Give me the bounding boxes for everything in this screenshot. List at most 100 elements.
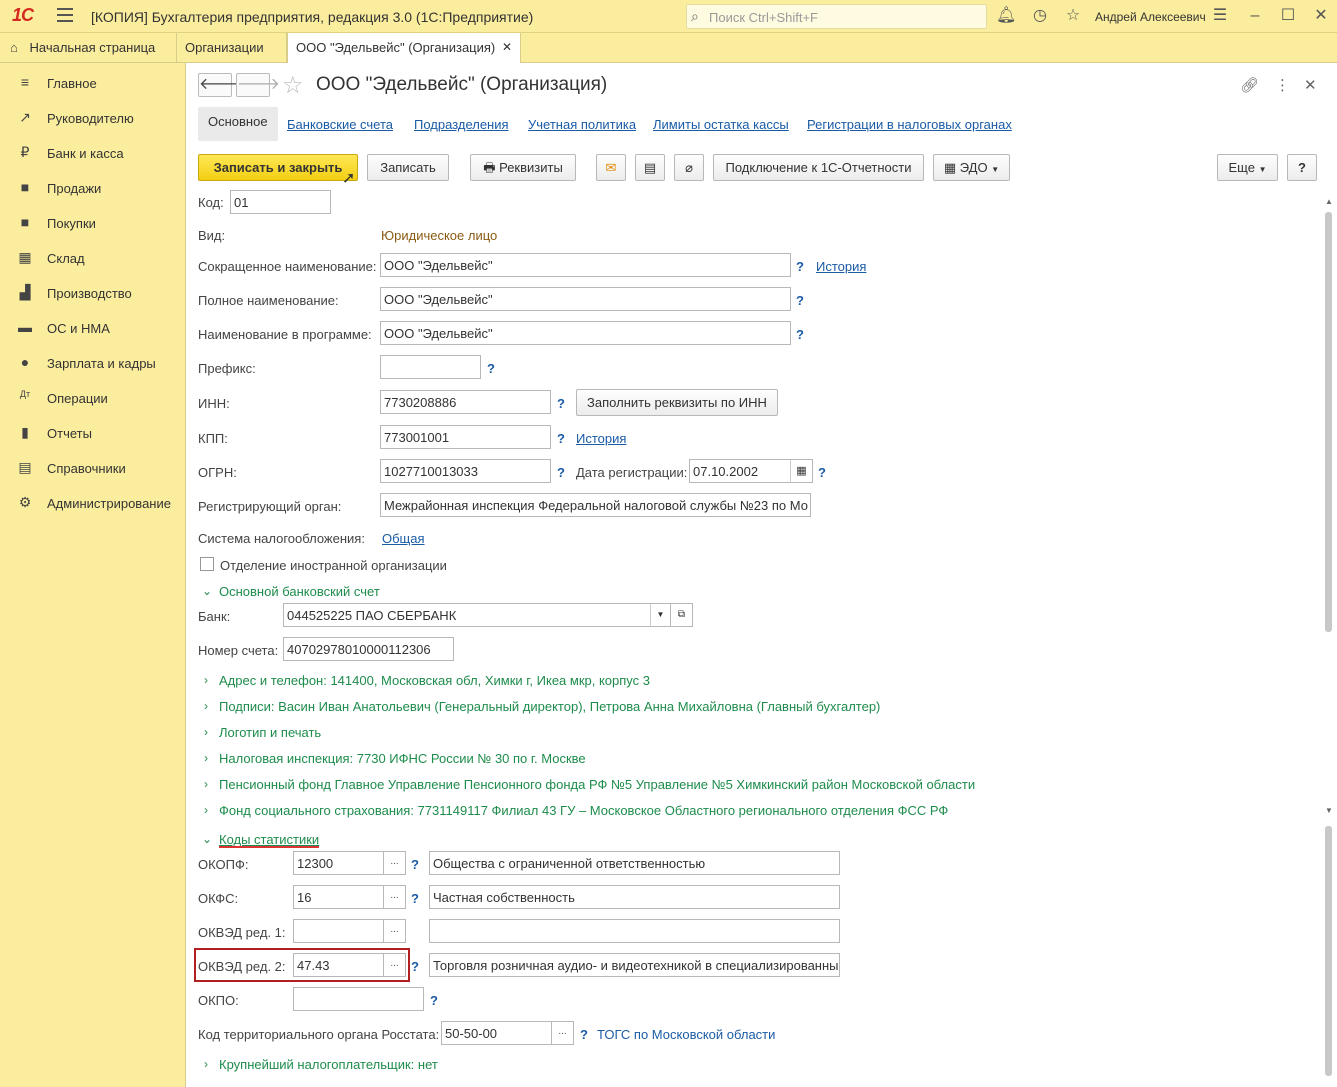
rosstat-select-button[interactable]: ...: [552, 1021, 574, 1045]
forward-button[interactable]: 🡒: [236, 73, 280, 97]
attach-button[interactable]: ⌀: [674, 154, 704, 181]
chevron-right-icon[interactable]: ›: [204, 725, 208, 739]
tab-cash-limits[interactable]: Лимиты остатка кассы: [653, 117, 789, 132]
chevron-right-icon[interactable]: ›: [204, 1057, 208, 1071]
tab-organizations[interactable]: Организации: [177, 33, 287, 63]
help-question[interactable]: ?: [796, 293, 804, 308]
help-question[interactable]: ?: [796, 259, 804, 274]
fill-by-inn-button[interactable]: Заполнить реквизиты по ИНН: [576, 389, 778, 416]
calendar-icon[interactable]: ▦: [790, 460, 812, 482]
tab-tax-registrations[interactable]: Регистрации в налоговых органах: [807, 117, 1012, 132]
vid-value[interactable]: Юридическое лицо: [381, 228, 497, 243]
mail-button[interactable]: ✉: [596, 154, 626, 181]
help-question[interactable]: ?: [411, 891, 419, 906]
connect-reporting-button[interactable]: Подключение к 1С-Отчетности: [713, 154, 924, 181]
help-question[interactable]: ?: [430, 993, 438, 1008]
history-icon[interactable]: ◷: [1030, 6, 1050, 26]
full-name-field[interactable]: ООО "Эдельвейс": [380, 287, 791, 311]
settings-menu-icon[interactable]: ☰: [1210, 6, 1230, 26]
prog-name-field[interactable]: ООО "Эдельвейс": [380, 321, 791, 345]
short-name-field[interactable]: ООО "Эдельвейс": [380, 253, 791, 277]
help-question[interactable]: ?: [818, 465, 826, 480]
sidebar-item-main[interactable]: ≡ Главное: [0, 65, 186, 100]
ogrn-field[interactable]: 1027710013033: [380, 459, 551, 483]
tab-organization-form[interactable]: ООО "Эдельвейс" (Организация) ✕: [287, 33, 521, 64]
prefix-field[interactable]: [380, 355, 481, 379]
sidebar-item-manager[interactable]: ↗ Руководителю: [0, 100, 186, 135]
close-window-icon[interactable]: ✕: [1311, 6, 1331, 26]
chevron-right-icon[interactable]: ›: [204, 751, 208, 765]
signatures-section[interactable]: Подписи: Васин Иван Анатольевич (Генерал…: [219, 699, 880, 714]
tab-departments[interactable]: Подразделения: [414, 117, 509, 132]
save-and-close-button[interactable]: Записать и закрыть: [198, 154, 358, 181]
okved1-text-field[interactable]: [429, 919, 840, 943]
scrollbar-thumb[interactable]: [1325, 826, 1332, 1076]
favorite-star-icon[interactable]: ☆: [282, 71, 304, 100]
scroll-up-arrow-icon[interactable]: ▲: [1325, 197, 1333, 206]
kod-field[interactable]: 01: [230, 190, 331, 214]
sidebar-item-purchases[interactable]: ■ Покупки: [0, 205, 186, 240]
save-button[interactable]: Записать: [367, 154, 449, 181]
sidebar-item-salary[interactable]: ● Зарплата и кадры: [0, 345, 186, 380]
okved2-text-field[interactable]: Торговля розничная аудио- и видеотехнико…: [429, 953, 840, 977]
okved1-code-field[interactable]: [293, 919, 384, 943]
address-section[interactable]: Адрес и телефон: 141400, Московская обл,…: [219, 673, 650, 688]
help-question[interactable]: ?: [580, 1027, 588, 1042]
kpp-field[interactable]: 773001001: [380, 425, 551, 449]
help-question[interactable]: ?: [411, 857, 419, 872]
okopf-code-field[interactable]: 12300: [293, 851, 384, 875]
okved1-select-button[interactable]: ...: [384, 919, 406, 943]
chevron-right-icon[interactable]: ›: [204, 777, 208, 791]
requisites-button[interactable]: 🖶︎ Реквизиты: [470, 154, 576, 181]
help-question[interactable]: ?: [557, 465, 565, 480]
okopf-text-field[interactable]: Общества с ограниченной ответственностью: [429, 851, 840, 875]
sidebar-item-bank[interactable]: ₽ Банк и касса: [0, 135, 186, 170]
search-input[interactable]: ⌕ Поиск Ctrl+Shift+F: [686, 4, 987, 29]
bank-section-header[interactable]: Основной банковский счет: [219, 584, 380, 599]
okved2-select-button[interactable]: ...: [384, 953, 406, 977]
bell-icon[interactable]: 🔔︎: [996, 6, 1016, 26]
help-question[interactable]: ?: [487, 361, 495, 376]
okved2-code-field[interactable]: 47.43: [293, 953, 384, 977]
help-question[interactable]: ?: [411, 959, 419, 974]
chevron-right-icon[interactable]: ›: [204, 803, 208, 817]
bank-field[interactable]: 044525225 ПАО СБЕРБАНК ▼: [283, 603, 671, 627]
more-vertical-icon[interactable]: ⋮: [1275, 76, 1290, 94]
pension-fund-section[interactable]: Пенсионный фонд Главное Управление Пенси…: [219, 777, 975, 792]
edo-button[interactable]: ▦ ЭДО ▼: [933, 154, 1010, 181]
back-button[interactable]: 🡐: [198, 73, 242, 97]
stat-codes-section[interactable]: Коды статистики: [219, 832, 319, 847]
chevron-down-icon[interactable]: ⌄: [202, 832, 212, 846]
short-name-history-link[interactable]: История: [816, 259, 866, 274]
help-question[interactable]: ?: [557, 396, 565, 411]
open-icon[interactable]: ⧉: [671, 603, 693, 627]
social-fund-section[interactable]: Фонд социального страхования: 7731149117…: [219, 803, 948, 818]
foreign-branch-checkbox[interactable]: [200, 557, 214, 571]
chevron-right-icon[interactable]: ›: [204, 699, 208, 713]
scroll-down-arrow-icon[interactable]: ▼: [1325, 806, 1333, 815]
tab-main[interactable]: Основное: [198, 107, 278, 141]
logo-section[interactable]: Логотип и печать: [219, 725, 321, 740]
sidebar-item-assets[interactable]: ▬ ОС и НМА: [0, 310, 186, 345]
close-tab-icon[interactable]: ✕: [502, 33, 512, 62]
rosstat-link[interactable]: ТОГС по Московской области: [597, 1027, 775, 1042]
rosstat-field[interactable]: 50-50-00: [441, 1021, 552, 1045]
sidebar-item-sales[interactable]: ■ Продажи: [0, 170, 186, 205]
help-question[interactable]: ?: [557, 431, 565, 446]
reg-date-field[interactable]: 07.10.2002 ▦: [689, 459, 813, 483]
okpo-field[interactable]: [293, 987, 424, 1011]
reg-organ-field[interactable]: Межрайонная инспекция Федеральной налого…: [380, 493, 811, 517]
tab-accounting-policy[interactable]: Учетная политика: [528, 117, 636, 132]
main-menu-icon[interactable]: [57, 8, 73, 22]
sidebar-item-operations[interactable]: Дт Операции: [0, 380, 186, 415]
scrollbar-thumb[interactable]: [1325, 212, 1332, 632]
document-button[interactable]: ▤: [635, 154, 665, 181]
user-name[interactable]: Андрей Алексеевич: [1095, 10, 1206, 24]
minimize-icon[interactable]: –: [1245, 6, 1265, 26]
maximize-icon[interactable]: ☐: [1278, 6, 1298, 26]
sidebar-item-warehouse[interactable]: ▦ Склад: [0, 240, 186, 275]
sidebar-item-catalogs[interactable]: ▤ Справочники: [0, 450, 186, 485]
okopf-select-button[interactable]: ...: [384, 851, 406, 875]
favorites-star-icon[interactable]: ☆: [1063, 6, 1083, 26]
help-question[interactable]: ?: [796, 327, 804, 342]
